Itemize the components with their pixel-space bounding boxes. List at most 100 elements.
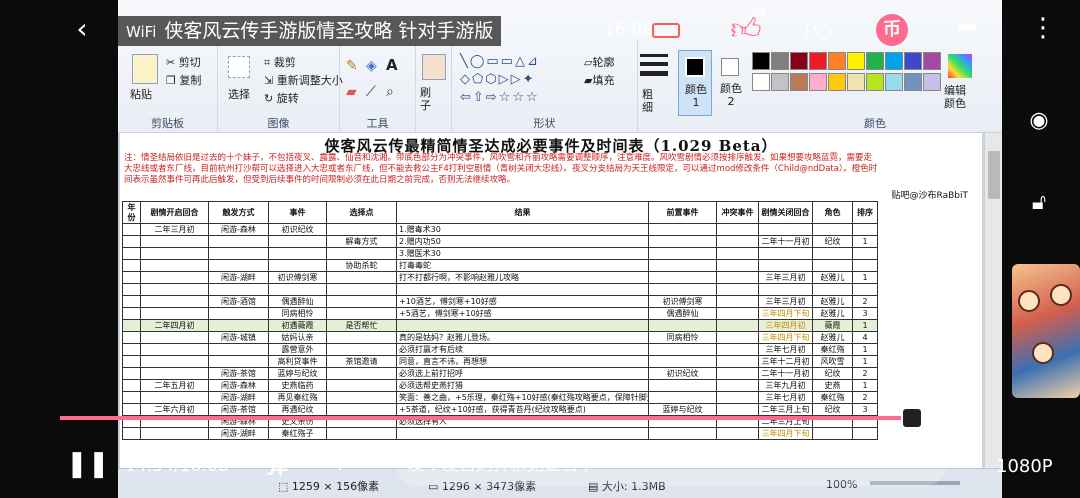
color-swatch[interactable]: [771, 52, 789, 70]
color2-button[interactable]: 颜色 2: [716, 50, 746, 116]
shapes-gallery-row3[interactable]: ⇦⇧⇨☆☆☆: [460, 90, 540, 105]
vertical-scrollbar[interactable]: [984, 133, 1002, 468]
table-cell: [716, 331, 759, 344]
size-line-icon-2: [640, 62, 668, 66]
table-cell: [326, 271, 397, 284]
coin-icon[interactable]: 币: [876, 14, 908, 46]
table-cell: [852, 223, 878, 236]
rotate-button[interactable]: ↻ 旋转: [264, 90, 299, 106]
table-cell: 打毒毒蛇: [396, 259, 649, 272]
color-swatch[interactable]: [904, 52, 922, 70]
cut-button[interactable]: ✂ 剪切: [166, 54, 201, 70]
edit-colors-button[interactable]: 编辑颜色: [944, 84, 976, 110]
pencil-icon[interactable]: ✎: [346, 58, 358, 74]
color-swatch[interactable]: [828, 73, 846, 91]
color-swatch[interactable]: [847, 52, 865, 70]
table-cell: 解毒方式: [326, 235, 397, 248]
edit-colors-icon[interactable]: [948, 54, 972, 78]
progress-bar[interactable]: [60, 407, 980, 429]
dislike-icon[interactable]: 👎︎: [800, 12, 836, 52]
color-swatch[interactable]: [790, 73, 808, 91]
eraser-icon[interactable]: ▰: [346, 84, 357, 100]
shapes-gallery-row1[interactable]: ╲◯▭▭△⊿: [460, 54, 540, 69]
table-cell: [208, 307, 269, 320]
color-swatch[interactable]: [904, 73, 922, 91]
table-cell: [268, 259, 327, 272]
color-swatch[interactable]: [885, 52, 903, 70]
copy-button[interactable]: ❐ 复制: [166, 72, 201, 88]
brushes-button[interactable]: 刷子: [420, 86, 434, 112]
table-cell: [716, 271, 759, 284]
color-swatch[interactable]: [885, 73, 903, 91]
shapes-gallery-row2[interactable]: ◇⬠⬡▷▷✦: [460, 72, 536, 87]
color-swatch[interactable]: [923, 73, 941, 91]
color-swatch[interactable]: [828, 52, 846, 70]
table-cell: [122, 259, 141, 272]
color-swatch[interactable]: [790, 52, 808, 70]
select-button[interactable]: 选择: [228, 86, 250, 102]
table-cell: [122, 343, 141, 356]
back-icon[interactable]: ‹: [66, 14, 98, 48]
size-button[interactable]: 粗细: [642, 88, 656, 114]
danmaku-toggle[interactable]: 弹: [266, 448, 288, 480]
fill-button[interactable]: ▰填充: [584, 72, 614, 88]
quality-button[interactable]: 1080P: [996, 456, 1053, 477]
color-swatch[interactable]: [771, 73, 789, 91]
column-header: 冲突事件: [716, 201, 759, 224]
color-swatch[interactable]: [847, 73, 865, 91]
table-cell: [122, 307, 141, 320]
table-row: 二年五月初 闲游-森林 史燕临药 必须选帮史燕打猎 三年九月初 史燕 1: [122, 379, 878, 392]
color-swatch[interactable]: [752, 73, 770, 91]
more-icon[interactable]: ⋮: [1030, 10, 1056, 50]
table-cell: 闲游-湖畔: [208, 271, 269, 284]
lock-icon[interactable]: 🔓︎: [1022, 190, 1056, 224]
table-cell: 1: [852, 271, 878, 284]
table-cell: 高利贷事件: [268, 355, 327, 368]
color-swatch[interactable]: [866, 52, 884, 70]
camera-icon[interactable]: ◉: [1020, 108, 1058, 140]
color2-label: 颜色 2: [720, 82, 742, 108]
table-cell: 笑面：善之曲，+5乐理，秦红殇+10好感(秦红殇攻略要点，保障针脚天书前提): [396, 391, 649, 404]
table-cell: 秦红殇子: [268, 427, 327, 440]
table-cell: [140, 355, 209, 368]
color-swatch[interactable]: [866, 73, 884, 91]
table-cell: [852, 283, 878, 296]
resize-button[interactable]: ⇲ 重新调整大小: [264, 72, 343, 88]
size-color-group: 粗细 颜色 1 颜色 2: [638, 40, 748, 133]
table-cell: [326, 223, 397, 236]
danmaku-input[interactable]: 发个友善的弹幕见证当下: [396, 444, 946, 486]
select-icon[interactable]: [228, 56, 250, 78]
scissors-icon: ✂: [166, 56, 176, 69]
color-picker-icon[interactable]: ⟋: [366, 84, 376, 100]
clipboard-title: 剪贴板: [151, 117, 184, 130]
table-cell: [122, 391, 141, 404]
outline-button[interactable]: ▱轮廓: [584, 54, 614, 70]
text-tool-icon[interactable]: A: [386, 56, 398, 74]
color-swatch[interactable]: [752, 52, 770, 70]
share-icon[interactable]: ➦: [950, 12, 986, 52]
scrollbar-thumb[interactable]: [988, 151, 1000, 199]
color2-swatch: [721, 58, 739, 76]
paste-icon[interactable]: [132, 54, 158, 84]
brush-icon[interactable]: [422, 54, 446, 80]
table-cell: [716, 319, 759, 332]
table-cell: [122, 403, 141, 416]
video-title-text: 侠客风云传手游版情圣攻略 针对手游版: [164, 20, 494, 42]
cut-label: 剪切: [178, 56, 201, 69]
crop-button[interactable]: ⌗ 裁剪: [264, 54, 296, 70]
fill-icon[interactable]: ◈: [366, 58, 377, 74]
video-player[interactable]: 粘贴 ✂ 剪切 ❐ 复制 剪贴板 选择 ⌗ 裁剪 ⇲ 重新调整大小 ↻ 旋转 图…: [0, 0, 1080, 498]
danmaku-settings-icon[interactable]: ⚙: [330, 450, 360, 480]
table-row: 闲游-茶馆 蓝婷与纪纹 必须选上前打招呼 初识纪纹 二年十一月初 纪纹 2: [122, 367, 878, 380]
color-swatch[interactable]: [923, 52, 941, 70]
table-cell: [326, 307, 397, 320]
color-swatch[interactable]: [809, 52, 827, 70]
magnifier-icon[interactable]: ⌕: [386, 84, 394, 100]
progress-knob-icon[interactable]: [900, 407, 923, 429]
paste-button[interactable]: 粘贴: [130, 86, 152, 102]
side-thumbnail[interactable]: [1012, 264, 1080, 398]
color1-button[interactable]: 颜色 1: [678, 50, 712, 116]
color-swatch[interactable]: [809, 73, 827, 91]
play-pause-icon[interactable]: ❚❚: [66, 450, 110, 480]
table-cell: [812, 247, 853, 260]
